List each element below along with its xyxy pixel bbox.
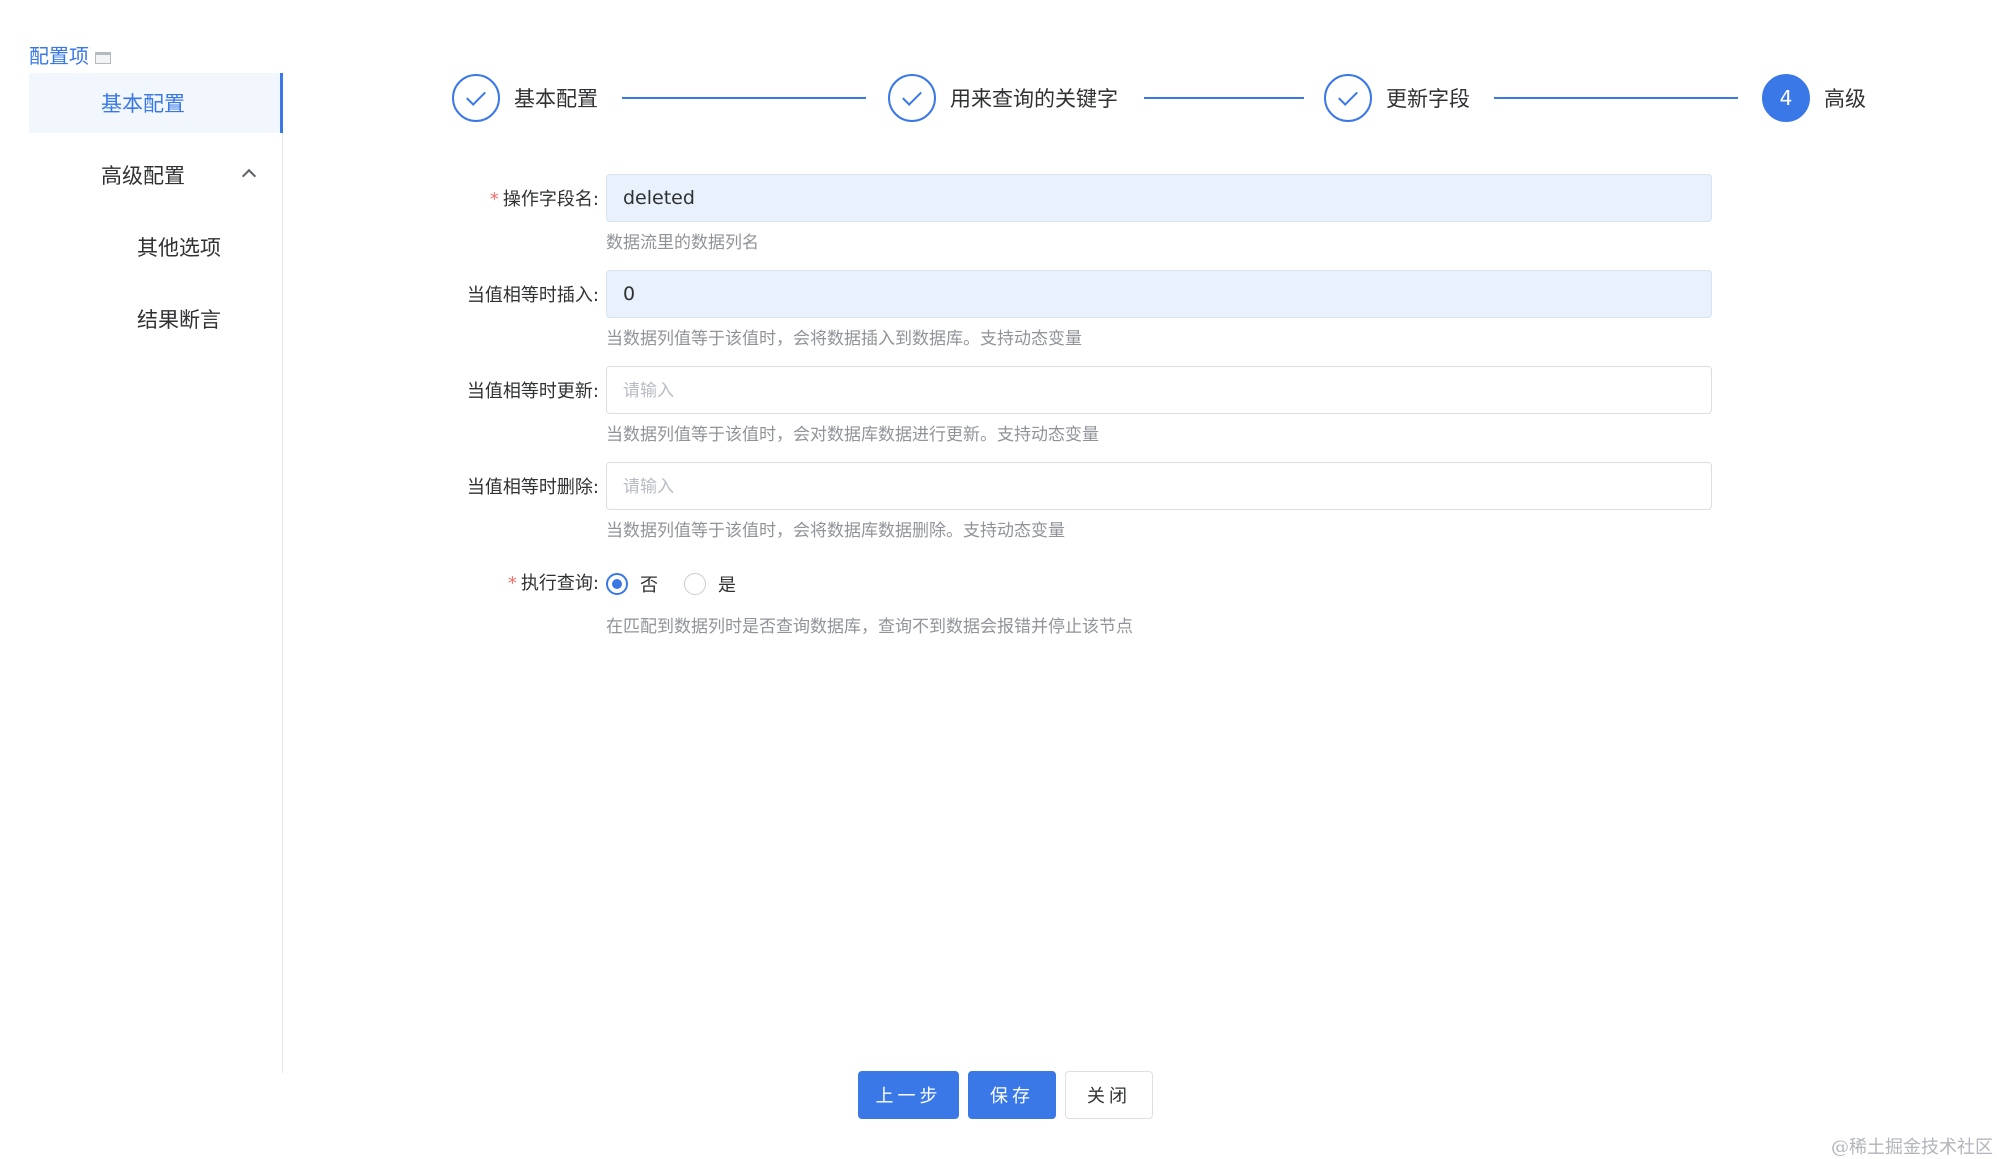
step-circle [888, 74, 936, 122]
step-label: 高级 [1824, 87, 1866, 111]
sidebar-item-label: 高级配置 [101, 164, 185, 188]
sidebar: 基本配置 高级配置 其他选项 结果断言 [29, 73, 283, 1073]
check-icon [1338, 85, 1358, 106]
update-value-label: 当值相等时更新: [466, 381, 599, 402]
insert-value-label: 当值相等时插入: [466, 285, 599, 306]
chevron-up-icon [241, 168, 257, 184]
insert-value-hint: 当数据列值等于该值时，会将数据插入到数据库。支持动态变量 [606, 329, 1082, 349]
field-name-label: * 操作字段名: [489, 189, 599, 210]
radio-label: 否 [640, 575, 658, 596]
watermark: @稀土掘金技术社区 [1831, 1137, 1993, 1158]
sidebar-item-advanced-config[interactable]: 高级配置 [29, 145, 283, 205]
delete-value-label: 当值相等时删除: [466, 477, 599, 498]
radio-option-no[interactable]: 否 [606, 570, 658, 598]
step-basic-config: 基本配置 [452, 74, 598, 122]
step-query-keyword: 用来查询的关键字 [888, 74, 1118, 122]
sidebar-item-basic-config[interactable]: 基本配置 [29, 73, 283, 133]
step-label: 用来查询的关键字 [950, 87, 1118, 111]
sidebar-item-label: 基本配置 [101, 92, 185, 116]
radio-checked-icon[interactable] [606, 573, 628, 595]
sidebar-title-text: 配置项 [29, 44, 89, 68]
delete-value-input[interactable] [606, 462, 1712, 510]
required-marker: * [507, 573, 517, 594]
step-connector [622, 97, 866, 99]
execute-query-label: * 执行查询: [507, 573, 599, 594]
sidebar-item-other-options[interactable]: 其他选项 [29, 217, 283, 277]
execute-query-hint: 在匹配到数据列时是否查询数据库，查询不到数据会报错并停止该节点 [606, 617, 1133, 637]
prev-step-button[interactable]: 上一步 [858, 1071, 959, 1119]
check-icon [466, 85, 486, 106]
sidebar-item-label: 结果断言 [137, 308, 221, 332]
field-name-input[interactable] [606, 174, 1712, 222]
step-circle-current: 4 [1762, 74, 1810, 122]
step-connector [1494, 97, 1738, 99]
save-button[interactable]: 保存 [968, 1071, 1056, 1119]
sidebar-title: 配置项 [29, 40, 111, 69]
step-connector [1144, 97, 1304, 99]
required-marker: * [489, 189, 499, 210]
close-button[interactable]: 关闭 [1065, 1071, 1153, 1119]
insert-value-input[interactable] [606, 270, 1712, 318]
step-update-field: 更新字段 [1324, 74, 1470, 122]
radio-unchecked-icon[interactable] [684, 573, 706, 595]
check-icon [902, 85, 922, 106]
sidebar-item-result-assertion[interactable]: 结果断言 [29, 289, 283, 349]
delete-value-hint: 当数据列值等于该值时，会将数据库数据删除。支持动态变量 [606, 521, 1065, 541]
field-name-hint: 数据流里的数据列名 [606, 233, 759, 253]
update-value-hint: 当数据列值等于该值时，会对数据库数据进行更新。支持动态变量 [606, 425, 1099, 445]
step-advanced: 4 高级 [1762, 74, 1866, 122]
update-value-input[interactable] [606, 366, 1712, 414]
radio-option-yes[interactable]: 是 [684, 570, 736, 598]
step-circle [452, 74, 500, 122]
sidebar-item-label: 其他选项 [137, 236, 221, 260]
step-number: 4 [1779, 86, 1793, 110]
step-circle [1324, 74, 1372, 122]
step-label: 基本配置 [514, 87, 598, 111]
window-icon[interactable] [95, 51, 111, 64]
step-label: 更新字段 [1386, 87, 1470, 111]
radio-label: 是 [718, 575, 736, 596]
